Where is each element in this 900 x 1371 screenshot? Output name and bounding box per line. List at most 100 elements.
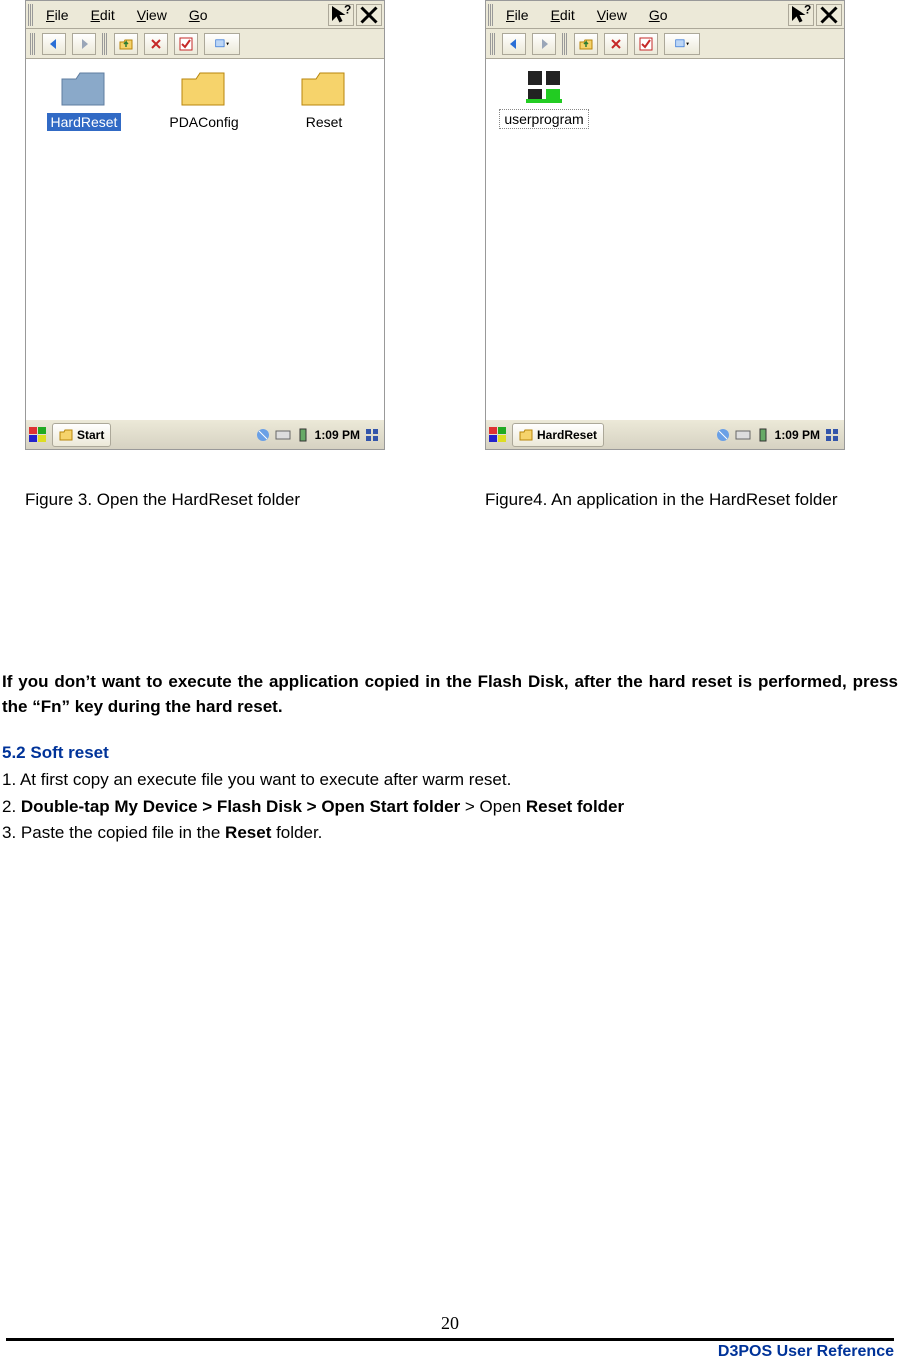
delete-button[interactable] (144, 33, 168, 55)
menu-edit[interactable]: Edit (541, 5, 585, 25)
back-button[interactable] (42, 33, 66, 55)
folder-label: PDAConfig (165, 113, 242, 131)
folder-hardreset[interactable]: HardReset (34, 69, 134, 131)
figure-4-caption: Figure4. An application in the HardReset… (485, 490, 845, 510)
taskbar: Start 1:09 PM (26, 419, 384, 449)
close-icon (817, 3, 841, 27)
step-3-c: folder. (271, 823, 322, 842)
up-folder-icon (119, 37, 133, 51)
delete-button[interactable] (604, 33, 628, 55)
network-icon[interactable] (715, 427, 731, 443)
folder-reset[interactable]: Reset (274, 69, 374, 131)
taskbar: HardReset 1:09 PM (486, 419, 844, 449)
menu-file[interactable]: File (496, 5, 539, 25)
close-button[interactable] (816, 4, 842, 26)
properties-button[interactable] (634, 33, 658, 55)
view-icon (675, 37, 689, 51)
battery-icon[interactable] (755, 427, 771, 443)
forward-arrow-icon (77, 37, 91, 51)
help-pointer-icon: ? (789, 3, 813, 27)
menu-file[interactable]: File (36, 5, 79, 25)
delete-x-icon (149, 37, 163, 51)
grip-icon (490, 33, 496, 55)
view-icon (215, 37, 229, 51)
close-button[interactable] (356, 4, 382, 26)
menu-file-rest: ile (55, 7, 69, 23)
up-folder-button[interactable] (114, 33, 138, 55)
help-pointer-button[interactable]: ? (328, 4, 354, 26)
folder-icon (300, 69, 348, 109)
step-2: 2. Double-tap My Device > Flash Disk > O… (2, 795, 898, 820)
figure-4: File Edit View Go ? (485, 0, 845, 510)
step-2-rest-b: Reset folder (526, 797, 624, 816)
clock: 1:09 PM (315, 428, 360, 442)
toolbar (26, 29, 384, 59)
footer-reference: D3POS User Reference (0, 1343, 900, 1361)
ce-window-right: File Edit View Go ? (485, 0, 845, 450)
grip-icon (102, 33, 108, 55)
svg-text:?: ? (804, 3, 811, 17)
step-2-bold: Double-tap My Device > Flash Disk > Open… (21, 797, 460, 816)
folder-pdaconfig[interactable]: PDAConfig (154, 69, 254, 131)
delete-x-icon (609, 37, 623, 51)
grip-icon (28, 4, 34, 26)
system-tray: 1:09 PM (715, 427, 842, 443)
menu-edit[interactable]: Edit (81, 5, 125, 25)
folder-label: HardReset (47, 113, 122, 131)
windows-flag-icon[interactable] (488, 426, 510, 444)
grip-icon (30, 33, 36, 55)
taskbar-app-button[interactable]: HardReset (512, 423, 604, 447)
view-dropdown-button[interactable] (204, 33, 240, 55)
close-icon (357, 3, 381, 27)
figure-3-caption: Figure 3. Open the HardReset folder (25, 490, 385, 510)
page-footer: 20 D3POS User Reference (0, 1313, 900, 1361)
up-folder-icon (579, 37, 593, 51)
windows-icon[interactable] (364, 427, 380, 443)
step-1: 1. At first copy an execute file you wan… (2, 768, 898, 793)
folder-icon (180, 69, 228, 109)
app-label: userprogram (499, 109, 588, 129)
menubar: File Edit View Go ? (486, 1, 844, 29)
back-arrow-icon (47, 37, 61, 51)
clock: 1:09 PM (775, 428, 820, 442)
figure-3: File Edit View Go ? (25, 0, 385, 510)
keyboard-icon[interactable] (735, 427, 751, 443)
start-button[interactable]: Start (52, 423, 111, 447)
step-2-rest-a: > Open (460, 797, 526, 816)
properties-button[interactable] (174, 33, 198, 55)
app-icon (526, 69, 562, 105)
network-icon[interactable] (255, 427, 271, 443)
app-userprogram[interactable]: userprogram (494, 69, 594, 129)
menu-edit-rest: dit (100, 7, 115, 23)
keyboard-icon[interactable] (275, 427, 291, 443)
battery-icon[interactable] (295, 427, 311, 443)
menubar: File Edit View Go ? (26, 1, 384, 29)
forward-button[interactable] (532, 33, 556, 55)
step-3: 3. Paste the copied file in the Reset fo… (2, 821, 898, 846)
windows-flag-icon[interactable] (28, 426, 50, 444)
menu-go-rest: o (200, 7, 208, 23)
step-2-prefix: 2. (2, 797, 21, 816)
forward-button[interactable] (72, 33, 96, 55)
system-tray: 1:09 PM (255, 427, 382, 443)
back-button[interactable] (502, 33, 526, 55)
folder-label: Reset (302, 113, 347, 131)
up-folder-button[interactable] (574, 33, 598, 55)
menu-view[interactable]: View (127, 5, 177, 25)
figures-row: File Edit View Go ? (0, 0, 900, 510)
view-dropdown-button[interactable] (664, 33, 700, 55)
body-text: If you don’t want to execute the applica… (0, 670, 900, 846)
windows-icon[interactable] (824, 427, 840, 443)
svg-text:?: ? (344, 3, 351, 17)
menu-view[interactable]: View (587, 5, 637, 25)
folder-icon (60, 69, 108, 109)
folder-small-icon (519, 428, 533, 442)
step-3-a: 3. Paste the copied file in the (2, 823, 225, 842)
menu-go[interactable]: Go (639, 5, 678, 25)
step-3-b: Reset (225, 823, 271, 842)
menu-go[interactable]: Go (179, 5, 218, 25)
help-pointer-button[interactable]: ? (788, 4, 814, 26)
check-icon (639, 37, 653, 51)
content-area: userprogram (486, 59, 844, 419)
forward-arrow-icon (537, 37, 551, 51)
